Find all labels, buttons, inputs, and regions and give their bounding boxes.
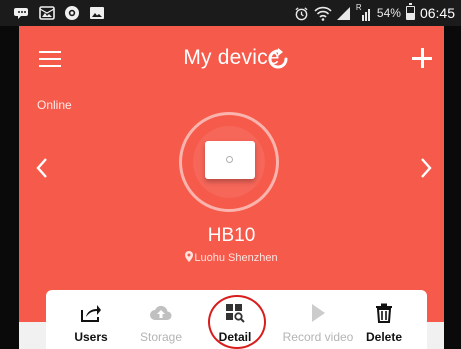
status-bar: R 54% 06:45	[0, 0, 461, 26]
refresh-icon[interactable]	[267, 48, 289, 70]
play-icon	[307, 303, 329, 323]
right-gutter	[444, 26, 461, 349]
gallery-icon	[89, 5, 105, 21]
chevron-left-icon[interactable]	[35, 156, 49, 180]
browser-icon	[64, 5, 80, 21]
message-icon	[14, 5, 30, 21]
share-icon	[80, 303, 102, 323]
page-title: My device	[183, 46, 280, 69]
clock: 06:45	[419, 5, 455, 21]
camera-device-icon	[205, 141, 255, 179]
chevron-right-icon[interactable]	[419, 156, 433, 180]
device-name: HB10	[207, 225, 256, 246]
action-bar: Users Storage Detail Record video Delete	[46, 290, 427, 349]
record-video-button[interactable]: Record video	[278, 290, 358, 349]
system-indicators: R 54% 06:45	[294, 3, 455, 22]
device-location: Luohu Shenzhen	[19, 251, 444, 264]
battery-fill	[406, 12, 414, 19]
device-panel: My device Online HB10 Luohu Shenzhen	[19, 26, 444, 322]
users-button[interactable]: Users	[56, 290, 126, 349]
picture-mail-icon	[39, 5, 55, 21]
location-text: Luohu Shenzhen	[194, 252, 278, 264]
roaming-signal-icon: R	[356, 3, 372, 21]
battery-icon	[405, 3, 415, 20]
add-device-button[interactable]	[412, 48, 432, 68]
cloud-upload-icon	[150, 303, 172, 323]
delete-button[interactable]: Delete	[349, 290, 419, 349]
storage-button[interactable]: Storage	[126, 290, 196, 349]
location-pin-icon	[185, 251, 194, 262]
detail-button[interactable]: Detail	[200, 290, 270, 349]
wifi-icon	[314, 6, 332, 21]
left-gutter	[0, 26, 19, 349]
storage-label: Storage	[139, 330, 183, 344]
record-video-label: Record video	[282, 330, 354, 344]
device-status: Online	[37, 98, 72, 112]
alarm-icon	[294, 6, 309, 21]
notification-icons	[14, 4, 105, 22]
header: My device	[19, 46, 444, 70]
battery-percent: 54%	[376, 6, 401, 20]
signal-icon	[336, 6, 351, 21]
detail-grid-icon	[224, 303, 246, 323]
detail-label: Detail	[218, 330, 252, 344]
users-label: Users	[74, 330, 108, 344]
delete-label: Delete	[365, 330, 403, 344]
trash-icon	[373, 303, 395, 323]
screen: R 54% 06:45 My device Online HB10 Luohu …	[0, 0, 461, 349]
